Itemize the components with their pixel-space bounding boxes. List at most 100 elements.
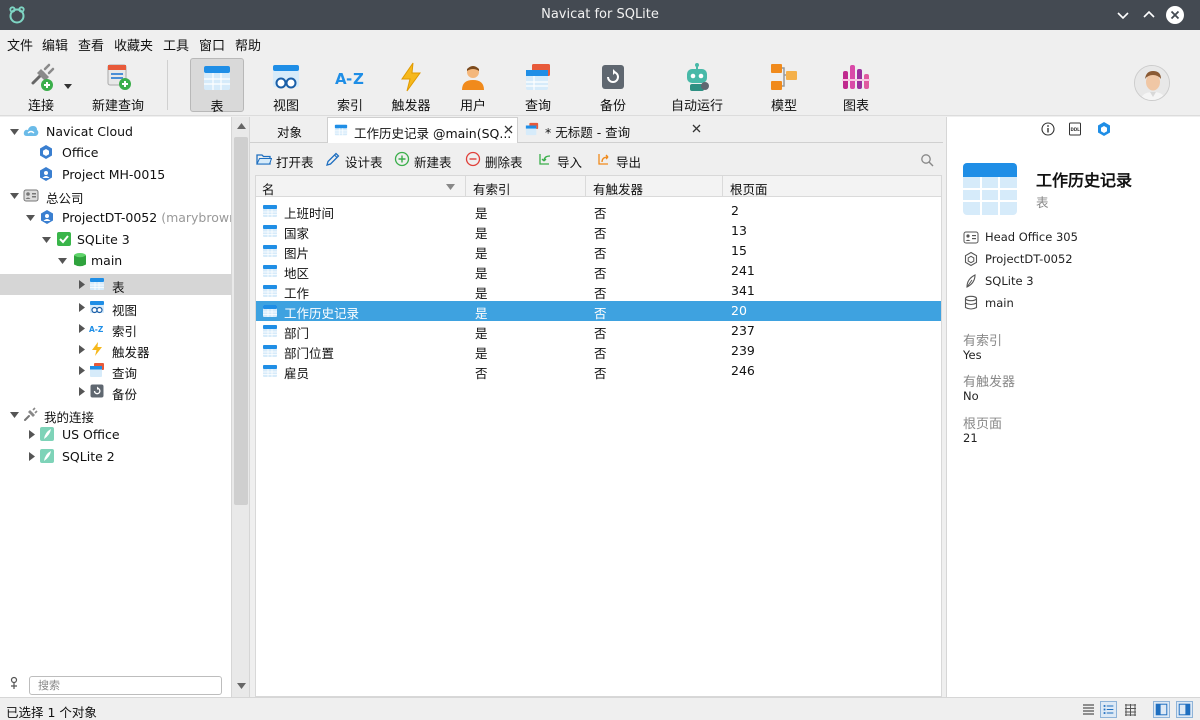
table-row-selected[interactable]: 工作历史记录 是 否 20: [256, 301, 941, 321]
column-header-has-trigger[interactable]: 有触发器: [587, 176, 723, 197]
table-row[interactable]: 雇员 否 否 246: [256, 361, 941, 381]
tree-item-my-connections[interactable]: 我的连接: [0, 404, 231, 425]
tree-item-backups[interactable]: 备份: [0, 381, 231, 402]
chevron-up-icon[interactable]: [1139, 5, 1159, 25]
table-row[interactable]: 国家 是 否 13: [256, 221, 941, 241]
tree-item-views[interactable]: 视图: [0, 297, 231, 318]
tree-item-office[interactable]: Office: [0, 142, 231, 163]
tree-expanded-icon[interactable]: [42, 235, 51, 244]
chevron-down-icon[interactable]: [1113, 5, 1133, 25]
connect-button[interactable]: 连接: [14, 58, 72, 114]
tree-collapsed-icon[interactable]: [77, 345, 86, 354]
tree-item-project-dt-0052[interactable]: ProjectDT-0052 (marybrown@: [0, 207, 231, 228]
menu-edit[interactable]: 编辑: [42, 35, 68, 54]
index-button[interactable]: A - Z 索引: [326, 58, 374, 114]
svg-text:-: -: [346, 70, 352, 88]
table-row[interactable]: 图片 是 否 15: [256, 241, 941, 261]
table-button[interactable]: 表: [190, 58, 244, 115]
menu-favorites[interactable]: 收藏夹: [114, 35, 153, 54]
left-pane-toggle-icon[interactable]: [1153, 701, 1170, 718]
ddl-icon[interactable]: DDL: [1068, 122, 1082, 136]
backup-button[interactable]: 备份: [590, 58, 636, 114]
view-button[interactable]: 视图: [262, 58, 310, 114]
prop-value-root-page: 21: [963, 431, 978, 445]
column-header-has-index[interactable]: 有索引: [467, 176, 586, 197]
table-row[interactable]: 部门位置 是 否 239: [256, 341, 941, 361]
tree-expanded-icon[interactable]: [26, 213, 35, 222]
tree-search-input[interactable]: [29, 676, 222, 695]
cell-has-trigger: 否: [594, 206, 607, 221]
table-label: 表: [210, 100, 224, 115]
tree-item-project-mh-0015[interactable]: Project MH-0015: [0, 164, 231, 185]
column-header-root-page[interactable]: 根页面: [724, 176, 941, 197]
tab-work-history-table[interactable]: 工作历史记录 @main(SQ...: [327, 117, 518, 143]
scroll-up-icon[interactable]: [237, 123, 246, 129]
dropdown-arrow-icon[interactable]: [64, 84, 72, 90]
filter-icon[interactable]: [7, 676, 21, 690]
cell-root-page: 237: [731, 323, 755, 338]
column-header-name[interactable]: 名: [256, 176, 466, 197]
tree-item-us-office[interactable]: US Office: [0, 424, 231, 445]
trigger-button[interactable]: 触发器: [386, 58, 436, 114]
query-button[interactable]: 查询: [514, 58, 562, 114]
tree-collapsed-icon[interactable]: [27, 430, 36, 439]
prop-value-has-index: Yes: [963, 348, 982, 362]
right-pane-toggle-icon[interactable]: [1176, 701, 1193, 718]
table-row[interactable]: 部门 是 否 237: [256, 321, 941, 341]
menu-file[interactable]: 文件: [7, 35, 33, 54]
table-row[interactable]: 工作 是 否 341: [256, 281, 941, 301]
new-query-button[interactable]: 新建查询: [84, 58, 152, 114]
scroll-down-icon[interactable]: [237, 683, 246, 689]
sort-descending-icon[interactable]: [446, 184, 455, 190]
tree-collapsed-icon[interactable]: [77, 387, 86, 396]
scrollbar-thumb[interactable]: [234, 137, 248, 505]
search-icon[interactable]: [920, 153, 934, 167]
grid-view-icon[interactable]: [1122, 701, 1139, 718]
info-icon[interactable]: [1041, 122, 1055, 136]
tree-item-queries[interactable]: 查询: [0, 360, 231, 381]
tree-item-main[interactable]: main: [0, 250, 231, 271]
sqlite-feather-icon: [40, 449, 54, 463]
table-row[interactable]: 地区 是 否 241: [256, 261, 941, 281]
tree-expanded-icon[interactable]: [10, 410, 19, 419]
hexagon-icon[interactable]: [1096, 121, 1112, 137]
table-large-icon: [963, 163, 1017, 215]
user-button[interactable]: 用户: [450, 58, 496, 114]
cell-has-trigger: 否: [594, 226, 607, 241]
close-icon[interactable]: [503, 124, 514, 135]
tree-expanded-icon[interactable]: [58, 256, 67, 265]
tree-item-triggers[interactable]: 触发器: [0, 339, 231, 360]
list-small-icon[interactable]: [1080, 701, 1097, 718]
tree-expanded-icon[interactable]: [10, 127, 19, 136]
tree-search-bar: [0, 670, 231, 697]
tree-item-sqlite-2[interactable]: SQLite 2: [0, 446, 231, 467]
tree-collapsed-icon[interactable]: [27, 452, 36, 461]
tree-scrollbar[interactable]: [232, 117, 250, 697]
table-row[interactable]: 上班时间 是 否 2: [256, 201, 941, 221]
close-icon[interactable]: [691, 123, 702, 134]
close-icon[interactable]: [1165, 5, 1185, 25]
tree-collapsed-icon[interactable]: [77, 324, 86, 333]
menu-view[interactable]: 查看: [78, 35, 104, 54]
tree-collapsed-icon[interactable]: [77, 280, 86, 289]
tree-item-tables[interactable]: 表: [0, 274, 231, 295]
tree-item-sqlite-3[interactable]: SQLite 3: [0, 229, 231, 250]
tab-objects[interactable]: 对象: [250, 117, 326, 143]
menu-help[interactable]: 帮助: [235, 35, 261, 54]
model-button[interactable]: 模型: [760, 58, 808, 114]
tab-untitled-query[interactable]: * 无标题 - 查询: [519, 117, 709, 143]
detail-view-icon[interactable]: [1100, 701, 1117, 718]
tree-expanded-icon[interactable]: [10, 191, 19, 200]
tree-item-head-office[interactable]: 总公司: [0, 185, 231, 206]
automation-button[interactable]: 自动运行: [666, 58, 728, 114]
avatar[interactable]: [1134, 65, 1170, 101]
object-list-header: 名 有索引 有触发器 根页面: [256, 176, 941, 197]
menu-window[interactable]: 窗口: [199, 35, 225, 54]
folder-open-icon: [256, 154, 272, 165]
tree-collapsed-icon[interactable]: [77, 303, 86, 312]
chart-button[interactable]: 图表: [832, 58, 880, 114]
tree-item-indexes[interactable]: A-Z 索引: [0, 318, 231, 339]
tree-collapsed-icon[interactable]: [77, 366, 86, 375]
menu-tools[interactable]: 工具: [163, 35, 189, 54]
tree-item-navicat-cloud[interactable]: Navicat Cloud: [0, 121, 231, 142]
